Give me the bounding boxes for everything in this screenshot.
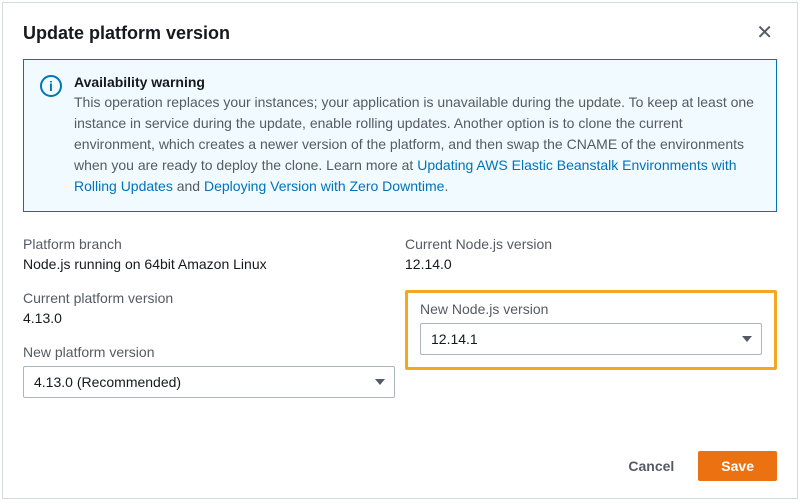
alert-content: Availability warning This operation repl… — [74, 74, 760, 197]
current-platform-version-label: Current platform version — [23, 290, 395, 306]
close-button[interactable]: ✕ — [752, 19, 777, 47]
platform-branch-value: Node.js running on 64bit Amazon Linux — [23, 256, 395, 272]
modal-header: Update platform version ✕ — [3, 3, 797, 59]
new-node-version-highlight: New Node.js version 12.14.1 — [405, 290, 777, 370]
new-node-version-selected: 12.14.1 — [431, 331, 478, 347]
availability-warning-alert: Availability warning This operation repl… — [23, 59, 777, 212]
new-platform-version-select[interactable]: 4.13.0 (Recommended) — [23, 366, 395, 398]
modal-title: Update platform version — [23, 23, 230, 44]
alert-text-and: and — [173, 178, 204, 194]
alert-text: This operation replaces your instances; … — [74, 92, 760, 197]
save-button[interactable]: Save — [698, 451, 777, 481]
new-platform-version-selected: 4.13.0 (Recommended) — [34, 374, 181, 390]
current-node-version-field: Current Node.js version 12.14.0 — [405, 236, 777, 272]
update-platform-modal: Update platform version ✕ Availability w… — [2, 2, 798, 499]
current-platform-version-field: Current platform version 4.13.0 — [23, 290, 395, 326]
modal-footer: Cancel Save — [3, 426, 797, 498]
platform-branch-field: Platform branch Node.js running on 64bit… — [23, 236, 395, 272]
new-platform-version-select-wrap: 4.13.0 (Recommended) — [23, 366, 395, 398]
new-platform-version-field: New platform version 4.13.0 (Recommended… — [23, 344, 395, 398]
form-columns: Platform branch Node.js running on 64bit… — [23, 236, 777, 416]
new-node-version-select-wrap: 12.14.1 — [420, 323, 762, 355]
current-platform-version-value: 4.13.0 — [23, 310, 395, 326]
new-platform-version-label: New platform version — [23, 344, 395, 360]
platform-branch-label: Platform branch — [23, 236, 395, 252]
zero-downtime-link[interactable]: Deploying Version with Zero Downtime — [204, 178, 444, 194]
close-icon: ✕ — [756, 22, 773, 44]
info-icon — [40, 75, 62, 97]
modal-body: Availability warning This operation repl… — [3, 59, 797, 426]
current-node-version-label: Current Node.js version — [405, 236, 777, 252]
alert-title: Availability warning — [74, 74, 760, 90]
new-node-version-label: New Node.js version — [420, 301, 762, 317]
alert-text-end: . — [444, 178, 448, 194]
new-node-version-select[interactable]: 12.14.1 — [420, 323, 762, 355]
left-column: Platform branch Node.js running on 64bit… — [23, 236, 395, 416]
current-node-version-value: 12.14.0 — [405, 256, 777, 272]
right-column: Current Node.js version 12.14.0 New Node… — [405, 236, 777, 416]
cancel-button[interactable]: Cancel — [616, 450, 686, 482]
